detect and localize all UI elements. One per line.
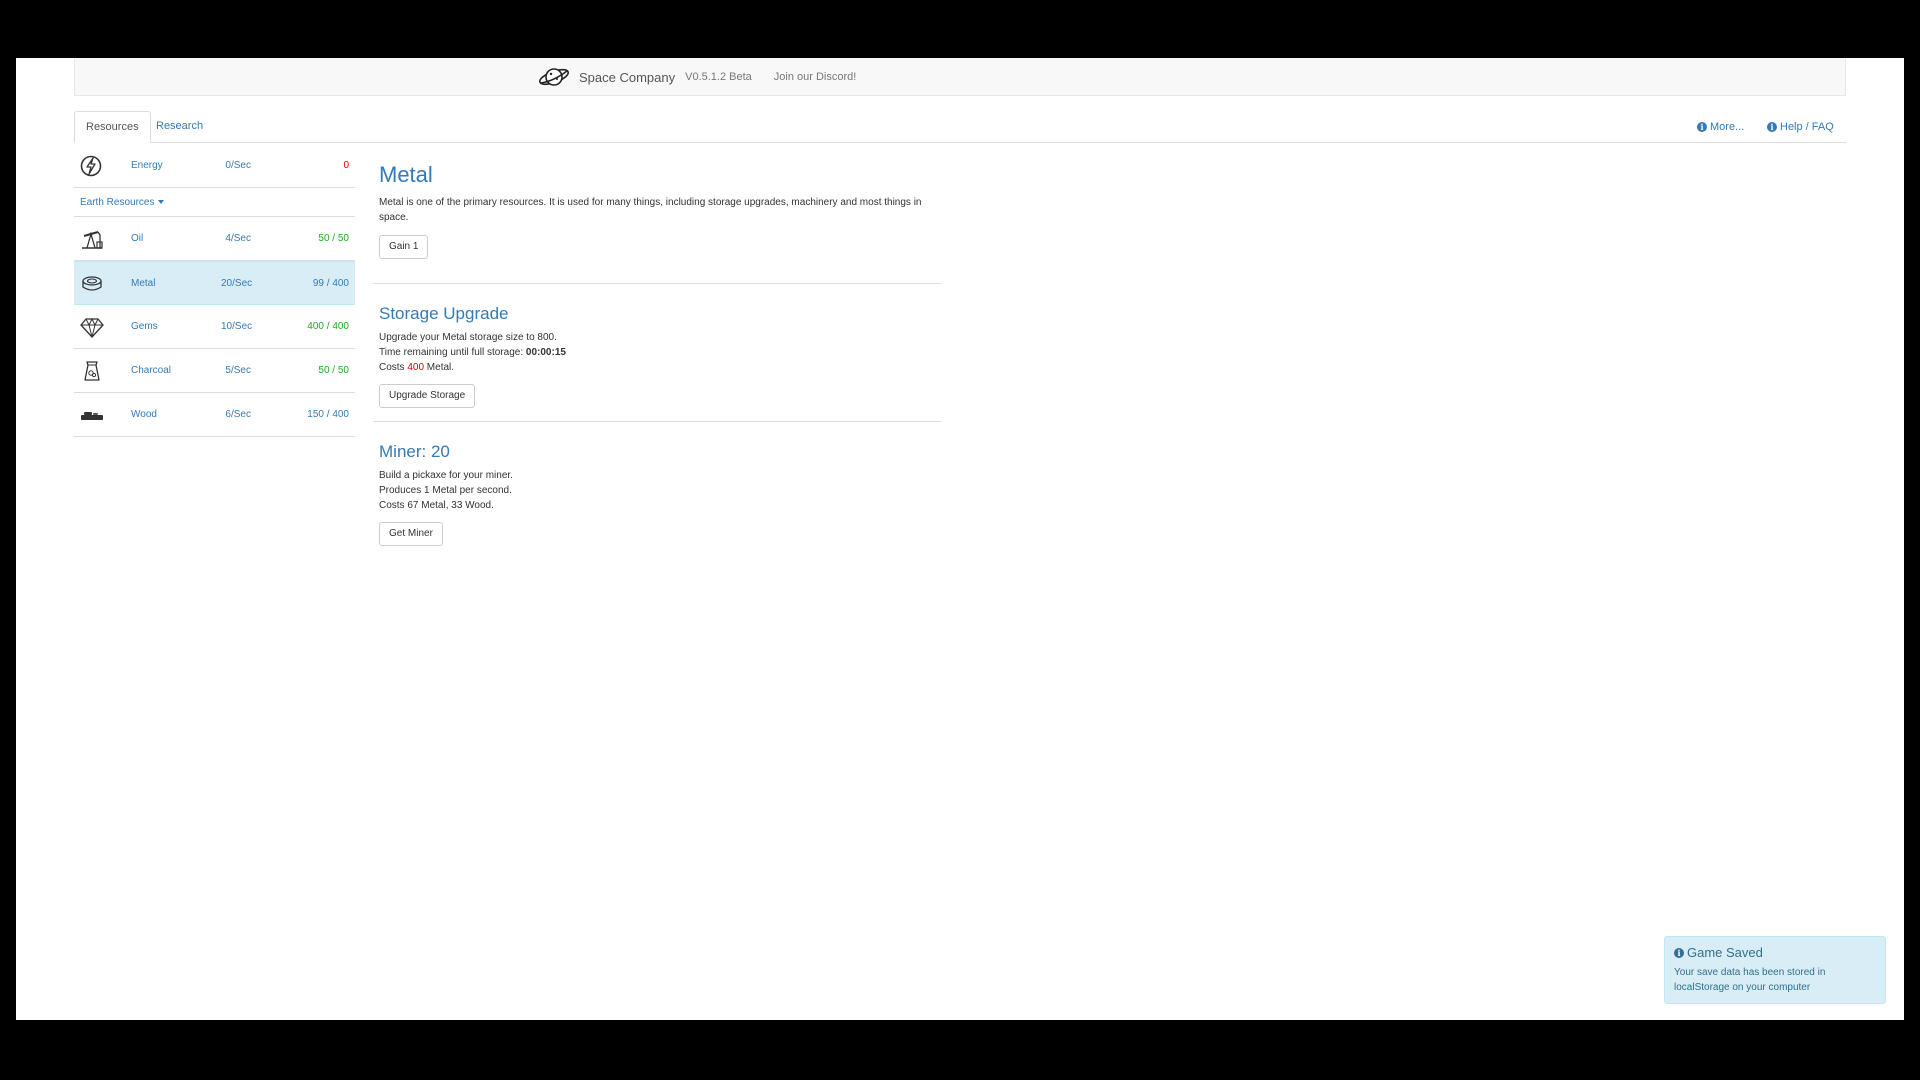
- sidebar-item-charcoal[interactable]: Charcoal 5/Sec 50 / 50: [74, 349, 355, 393]
- metal-panel: Metal Metal is one of the primary resour…: [373, 144, 941, 284]
- info-icon: i: [1697, 122, 1707, 132]
- info-icon: i: [1767, 122, 1777, 132]
- storage-cost: Costs 400 Metal.: [379, 362, 455, 373]
- miner-panel: Miner: 20 Build a pickaxe for your miner…: [373, 422, 941, 546]
- resource-name: Gems: [131, 321, 158, 332]
- miner-desc: Build a pickaxe for your miner.: [379, 470, 513, 481]
- game-screen: Space Company V0.5.1.2 Beta Join our Dis…: [16, 58, 1904, 1020]
- notification-message: Your save data has been stored in localS…: [1674, 967, 1826, 993]
- resource-amount: 400 / 400: [307, 321, 349, 332]
- resource-rate: 5/Sec: [225, 365, 251, 376]
- game-saved-notification[interactable]: i Game Saved Your save data has been sto…: [1664, 936, 1886, 1004]
- sidebar-item-oil[interactable]: Oil 4/Sec 50 / 50: [74, 217, 355, 261]
- top-navbar: Space Company V0.5.1.2 Beta Join our Dis…: [74, 58, 1846, 96]
- notification-title: i Game Saved: [1674, 945, 1876, 960]
- sidebar-item-energy[interactable]: Energy 0/Sec 0: [74, 144, 355, 188]
- help-faq-label: Help / FAQ: [1780, 120, 1834, 133]
- more-label: More...: [1710, 120, 1745, 133]
- sidebar-item-gems[interactable]: Gems 10/Sec 400 / 400: [74, 305, 355, 349]
- resource-rate: 6/Sec: [225, 409, 251, 420]
- info-icon: i: [1674, 947, 1684, 958]
- brand[interactable]: Space Company V0.5.1.2 Beta Join our Dis…: [537, 58, 856, 96]
- wood-log-icon: [81, 412, 103, 420]
- resource-name: Oil: [131, 233, 144, 244]
- resource-amount: 0: [343, 160, 349, 171]
- main-tabs: Resources Research i More... i Help / FA…: [74, 111, 1846, 143]
- earth-resources-dropdown[interactable]: Earth Resources: [74, 188, 355, 217]
- resource-detail: Metal Metal is one of the primary resour…: [373, 144, 941, 546]
- resource-name: Wood: [131, 409, 157, 420]
- oil-pump-icon: [82, 231, 103, 249]
- miner-production: Produces 1 Metal per second.: [379, 485, 512, 496]
- tab-research[interactable]: Research: [145, 111, 214, 143]
- storage-upgrade-panel: Storage Upgrade Upgrade your Metal stora…: [373, 284, 941, 422]
- resource-amount: 50 / 50: [318, 233, 349, 244]
- sidebar-item-metal[interactable]: Metal 20/Sec 99 / 400: [74, 261, 355, 305]
- miner-cost: Costs 67 Metal, 33 Wood.: [379, 500, 494, 511]
- resource-rate: 20/Sec: [221, 277, 253, 289]
- resource-amount: 99 / 400: [312, 277, 349, 289]
- resource-rate: 10/Sec: [221, 321, 253, 332]
- discord-link[interactable]: Join our Discord!: [774, 71, 857, 83]
- upgrade-storage-button[interactable]: Upgrade Storage: [379, 384, 476, 408]
- planet-icon: [538, 68, 570, 86]
- storage-time-remaining: Time remaining until full storage: 00:00…: [379, 347, 566, 358]
- resource-rate: 0/Sec: [225, 160, 251, 171]
- resource-amount: 50 / 50: [318, 365, 349, 376]
- resource-name: Energy: [131, 160, 163, 171]
- metal-icon: [82, 276, 102, 291]
- help-faq-link[interactable]: i Help / FAQ: [1767, 111, 1834, 143]
- resource-name: Charcoal: [131, 365, 172, 376]
- charcoal-bag-icon: [84, 361, 100, 381]
- brand-name: Space Company: [579, 69, 676, 85]
- miner-title: Miner: 20: [379, 442, 450, 461]
- storage-upgrade-title: Storage Upgrade: [379, 304, 509, 323]
- lightning-icon: [80, 155, 102, 177]
- more-link[interactable]: i More...: [1697, 111, 1744, 143]
- gem-icon: [80, 317, 104, 338]
- sidebar-item-wood[interactable]: Wood 6/Sec 150 / 400: [74, 393, 355, 437]
- resource-rate: 4/Sec: [225, 233, 251, 244]
- brand-version: V0.5.1.2 Beta: [685, 71, 752, 83]
- resource-description: Metal is one of the primary resources. I…: [379, 197, 922, 223]
- resource-amount: 150 / 400: [307, 409, 349, 420]
- group-label: Earth Resources: [80, 196, 155, 208]
- gain-button[interactable]: Gain 1: [379, 235, 429, 259]
- storage-upgrade-desc: Upgrade your Metal storage size to 800.: [379, 332, 557, 343]
- get-miner-button[interactable]: Get Miner: [379, 522, 443, 546]
- resource-sidebar: Energy 0/Sec 0 Earth Resources Oil 4/Sec…: [74, 144, 355, 437]
- caret-down-icon: [158, 200, 165, 204]
- page-title: Metal: [379, 162, 433, 187]
- tab-resources[interactable]: Resources: [74, 111, 151, 143]
- resource-name: Metal: [131, 277, 156, 289]
